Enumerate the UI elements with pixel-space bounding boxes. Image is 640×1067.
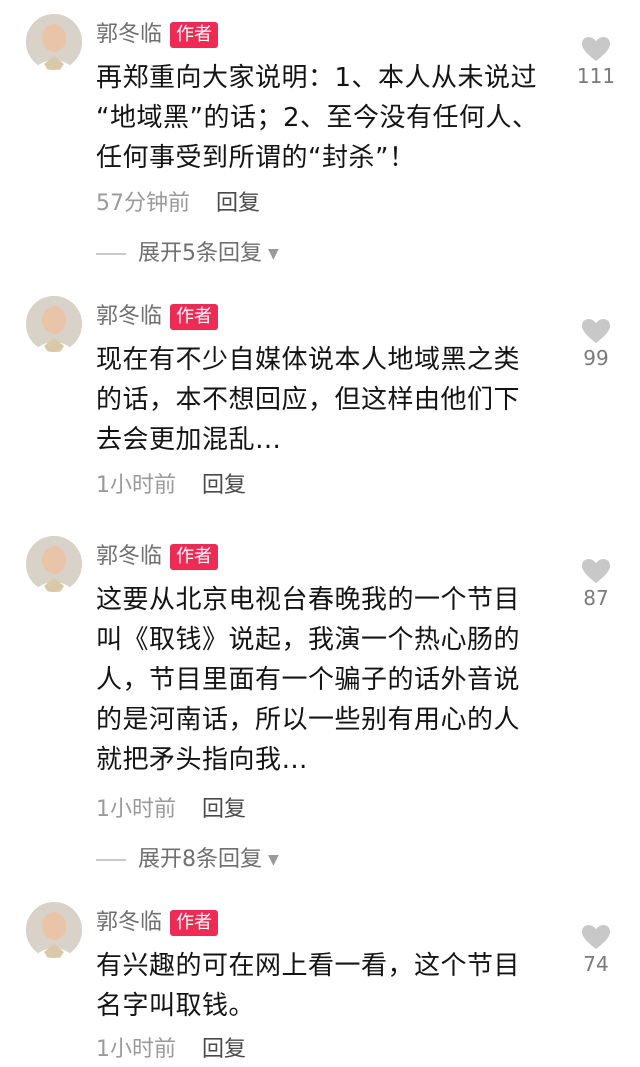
timestamp: 1小时前 [96,797,176,822]
timestamp: 1小时前 [96,1037,176,1062]
author-name[interactable]: 郭冬临 [96,302,162,332]
comment-item: 郭冬临 作者 再郑重向大家说明：1、本人从未说过 “地域黑”的话；2、至今没有任… [0,14,640,274]
avatar[interactable] [26,536,82,592]
expand-replies-button[interactable]: 展开5条回复 ▼ [96,238,279,270]
comment-meta: 1小时前 回复 [96,470,246,502]
avatar[interactable] [26,296,82,352]
like-count: 87 [583,586,609,610]
comment-text: 这要从北京电视台春晚我的一个节目 叫《取钱》说起，我演一个热心肠的 人，节目里面… [96,585,521,775]
author-name[interactable]: 郭冬临 [96,908,162,938]
author-row: 郭冬临 作者 [96,20,219,50]
like-count: 74 [583,952,609,976]
author-name[interactable]: 郭冬临 [96,20,162,50]
author-name[interactable]: 郭冬临 [96,542,162,572]
chevron-down-icon: ▼ [268,852,279,868]
timestamp: 57分钟前 [96,191,190,216]
comment-text: 再郑重向大家说明：1、本人从未说过 “地域黑”的话；2、至今没有任何人、 任何事… [96,63,539,173]
heart-icon [582,925,610,949]
like-count: 99 [583,346,609,370]
comment-text: 有兴趣的可在网上看一看，这个节目 名字叫取钱。 [96,951,521,1021]
heart-icon [582,37,610,61]
comment-meta: 1小时前 回复 [96,1034,246,1066]
comment-item: 郭冬临 作者 这要从北京电视台春晚我的一个节目 叫《取钱》说起，我演一个热心肠的… [0,536,640,876]
comment-item: 郭冬临 作者 现在有不少自媒体说本人地域黑之类 的话，本不想回应，但这样由他们下… [0,296,640,506]
like-count: 111 [576,64,616,88]
author-badge: 作者 [170,304,219,330]
reply-button[interactable]: 回复 [202,794,246,826]
chevron-down-icon: ▼ [268,246,279,262]
comment-text: 现在有不少自媒体说本人地域黑之类 的话，本不想回应，但这样由他们下 去会更加混乱… [96,345,521,455]
expand-replies-label: 展开8条回复 [138,847,262,872]
comment-item: 郭冬临 作者 有兴趣的可在网上看一看，这个节目 名字叫取钱。 1小时前 回复 7… [0,902,640,1067]
comment-meta: 1小时前 回复 [96,794,246,826]
divider [96,253,126,255]
expand-replies-button[interactable]: 展开8条回复 ▼ [96,844,279,876]
reply-button[interactable]: 回复 [216,188,260,220]
comment-meta: 57分钟前 回复 [96,188,260,220]
author-row: 郭冬临 作者 [96,542,219,572]
like-button[interactable]: 111 [572,36,620,88]
author-badge: 作者 [170,22,219,48]
avatar[interactable] [26,14,82,70]
timestamp: 1小时前 [96,473,176,498]
avatar[interactable] [26,902,82,958]
like-button[interactable]: 99 [572,318,620,370]
author-row: 郭冬临 作者 [96,302,219,332]
author-badge: 作者 [170,544,219,570]
like-button[interactable]: 87 [572,558,620,610]
divider [96,859,126,861]
reply-button[interactable]: 回复 [202,470,246,502]
reply-button[interactable]: 回复 [202,1034,246,1066]
heart-icon [582,319,610,343]
author-row: 郭冬临 作者 [96,908,219,938]
like-button[interactable]: 74 [572,924,620,976]
author-badge: 作者 [170,910,219,936]
expand-replies-label: 展开5条回复 [138,241,262,266]
heart-icon [582,559,610,583]
